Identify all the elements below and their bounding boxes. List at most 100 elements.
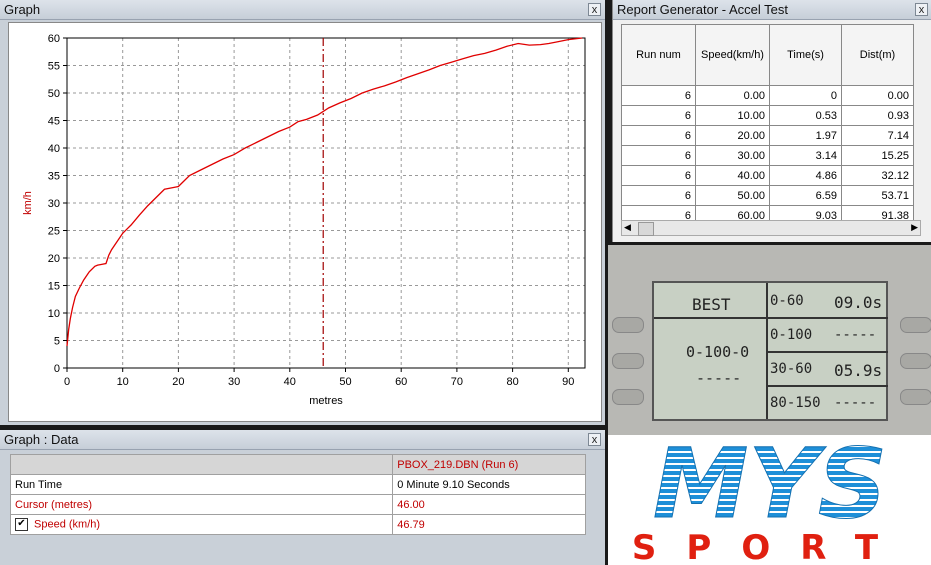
table-cell: 3.14 xyxy=(769,145,842,166)
table-row[interactable]: 6 10.00 0.53 0.93 xyxy=(621,105,914,126)
y-tick-label: 45 xyxy=(48,116,60,128)
row-value: 46.79 xyxy=(392,514,586,535)
speed-distance-chart[interactable]: 0 10 20 30 40 50 60 70 80 90 0 5 10 15 20 25 30 35 40 45 50 5… xyxy=(9,23,601,421)
device-button xyxy=(900,317,931,333)
logo-bottom-text: SPORT xyxy=(632,528,908,565)
lcd-device-photo: BEST 0-100-0 ----- 0-60 09.0s 0-100 ----… xyxy=(608,245,931,435)
col-run-num[interactable]: Run num xyxy=(621,24,696,86)
table-cell: 0.00 xyxy=(841,85,914,106)
mys-sport-logo: MYS SPORT xyxy=(608,435,931,565)
table-row[interactable]: 6 30.00 3.14 15.25 xyxy=(621,145,914,166)
table-cell: 6 xyxy=(621,165,696,186)
lcd-divider xyxy=(654,317,766,319)
lcd-left-sub: ----- xyxy=(696,369,742,387)
data-title: Graph : Data xyxy=(4,432,79,447)
lcd-left-main: 0-100-0 xyxy=(686,343,750,361)
report-titlebar: Report Generator - Accel Test x xyxy=(613,0,931,20)
report-body: 6 0.00 0 0.00 6 10.00 0.53 0.93 6 20.00 1.97 7.14 6 3… xyxy=(621,85,914,226)
row-value: 0 Minute 9.10 Seconds xyxy=(392,474,586,495)
device-button xyxy=(900,353,931,369)
table-cell: 6.59 xyxy=(769,185,842,206)
table-cell: 1.97 xyxy=(769,125,842,146)
x-tick-label: 20 xyxy=(172,376,184,388)
table-row[interactable]: 6 20.00 1.97 7.14 xyxy=(621,125,914,146)
lcd-cell-label: 0-100 xyxy=(770,327,813,343)
data-close-button[interactable]: x xyxy=(588,433,601,446)
lcd-divider xyxy=(766,385,888,387)
table-cell: 32.12 xyxy=(841,165,914,186)
speed-checkbox[interactable]: ✔ xyxy=(15,518,28,531)
table-cell: 0.00 xyxy=(695,85,770,106)
table-cell: 6 xyxy=(621,145,696,166)
lcd-best: BEST xyxy=(692,295,731,314)
y-tick-label: 5 xyxy=(54,336,60,348)
table-cell: 4.86 xyxy=(769,165,842,186)
row-label: Run Time xyxy=(9,474,394,495)
table-cell: 53.71 xyxy=(841,185,914,206)
graph-window: Graph x 0 10 20 30 40 50 60 70 80 90 0 5 10 15 20 25 30 3… xyxy=(0,0,605,425)
table-row[interactable]: 6 0.00 0 0.00 xyxy=(621,85,914,106)
row-label: Cursor (metres) xyxy=(9,494,394,515)
x-tick-label: 40 xyxy=(284,376,296,388)
col-dist[interactable]: Dist(m) xyxy=(841,24,914,86)
logo-graphic: MYS SPORT xyxy=(632,435,908,565)
lcd-cell-value: 09.0s xyxy=(834,293,883,312)
device-button xyxy=(612,317,644,333)
table-cell: 30.00 xyxy=(695,145,770,166)
scroll-thumb[interactable] xyxy=(638,222,654,236)
table-cell: 6 xyxy=(621,105,696,126)
table-cell: 20.00 xyxy=(695,125,770,146)
y-tick-label: 35 xyxy=(48,171,60,183)
scroll-right-icon[interactable]: ▶ xyxy=(911,222,918,233)
graph-data-window: Graph : Data x PBOX_219.DBN (Run 6) Run … xyxy=(0,430,605,565)
table-cell: 15.25 xyxy=(841,145,914,166)
horizontal-scrollbar[interactable]: ◀ ▶ xyxy=(621,220,921,236)
row-label-speed: ✔ Speed (km/h) xyxy=(9,514,394,535)
speed-label: Speed (km/h) xyxy=(34,518,101,531)
speed-series-line xyxy=(66,37,583,347)
device-button xyxy=(612,353,644,369)
header-blank xyxy=(9,454,394,475)
y-tick-label: 60 xyxy=(48,33,60,45)
row-value: 46.00 xyxy=(392,494,586,515)
col-time[interactable]: Time(s) xyxy=(769,24,842,86)
logo-top-text: MYS xyxy=(653,435,887,540)
x-tick-label: 30 xyxy=(228,376,240,388)
y-tick-label: 20 xyxy=(48,253,60,265)
x-tick-label: 90 xyxy=(562,376,574,388)
graph-close-button[interactable]: x xyxy=(588,3,601,16)
plot-area[interactable]: 0 10 20 30 40 50 60 70 80 90 0 5 10 15 20 25 30 35 40 45 50 5… xyxy=(8,22,602,422)
report-header-row: Run num Speed(km/h) Time(s) Dist(m) xyxy=(621,24,914,86)
table-cell: 40.00 xyxy=(695,165,770,186)
x-tick-label: 70 xyxy=(451,376,463,388)
table-row: PBOX_219.DBN (Run 6) xyxy=(9,454,586,475)
table-row: Cursor (metres) 46.00 xyxy=(9,494,586,515)
report-close-button[interactable]: x xyxy=(915,3,928,16)
lcd-cell-label: 30-60 xyxy=(770,361,813,377)
table-cell: 10.00 xyxy=(695,105,770,126)
y-tick-label: 0 xyxy=(54,363,60,375)
table-cell: 6 xyxy=(621,185,696,206)
device-button xyxy=(612,389,644,405)
y-tick-label: 55 xyxy=(48,61,60,73)
scroll-left-icon[interactable]: ◀ xyxy=(624,222,631,233)
report-generator-window: Report Generator - Accel Test x Run num … xyxy=(612,0,931,242)
table-row: ✔ Speed (km/h) 46.79 xyxy=(9,514,586,535)
table-row: Run Time 0 Minute 9.10 Seconds xyxy=(9,474,586,495)
table-row[interactable]: 6 40.00 4.86 32.12 xyxy=(621,165,914,186)
x-tick-label: 60 xyxy=(395,376,407,388)
y-axis-label: km/h xyxy=(22,191,34,215)
x-tick-label: 0 xyxy=(64,376,70,388)
lcd-divider xyxy=(766,351,888,353)
device-button xyxy=(900,389,931,405)
col-speed[interactable]: Speed(km/h) xyxy=(695,24,770,86)
graph-data-table: PBOX_219.DBN (Run 6) Run Time 0 Minute 9… xyxy=(9,454,586,535)
y-tick-label: 30 xyxy=(48,198,60,210)
table-row[interactable]: 6 50.00 6.59 53.71 xyxy=(621,185,914,206)
lcd-cell-label: 80-150 xyxy=(770,395,821,411)
table-cell: 7.14 xyxy=(841,125,914,146)
file-header: PBOX_219.DBN (Run 6) xyxy=(392,454,586,475)
lcd-divider xyxy=(766,317,888,319)
y-tick-label: 50 xyxy=(48,88,60,100)
x-tick-label: 50 xyxy=(339,376,351,388)
